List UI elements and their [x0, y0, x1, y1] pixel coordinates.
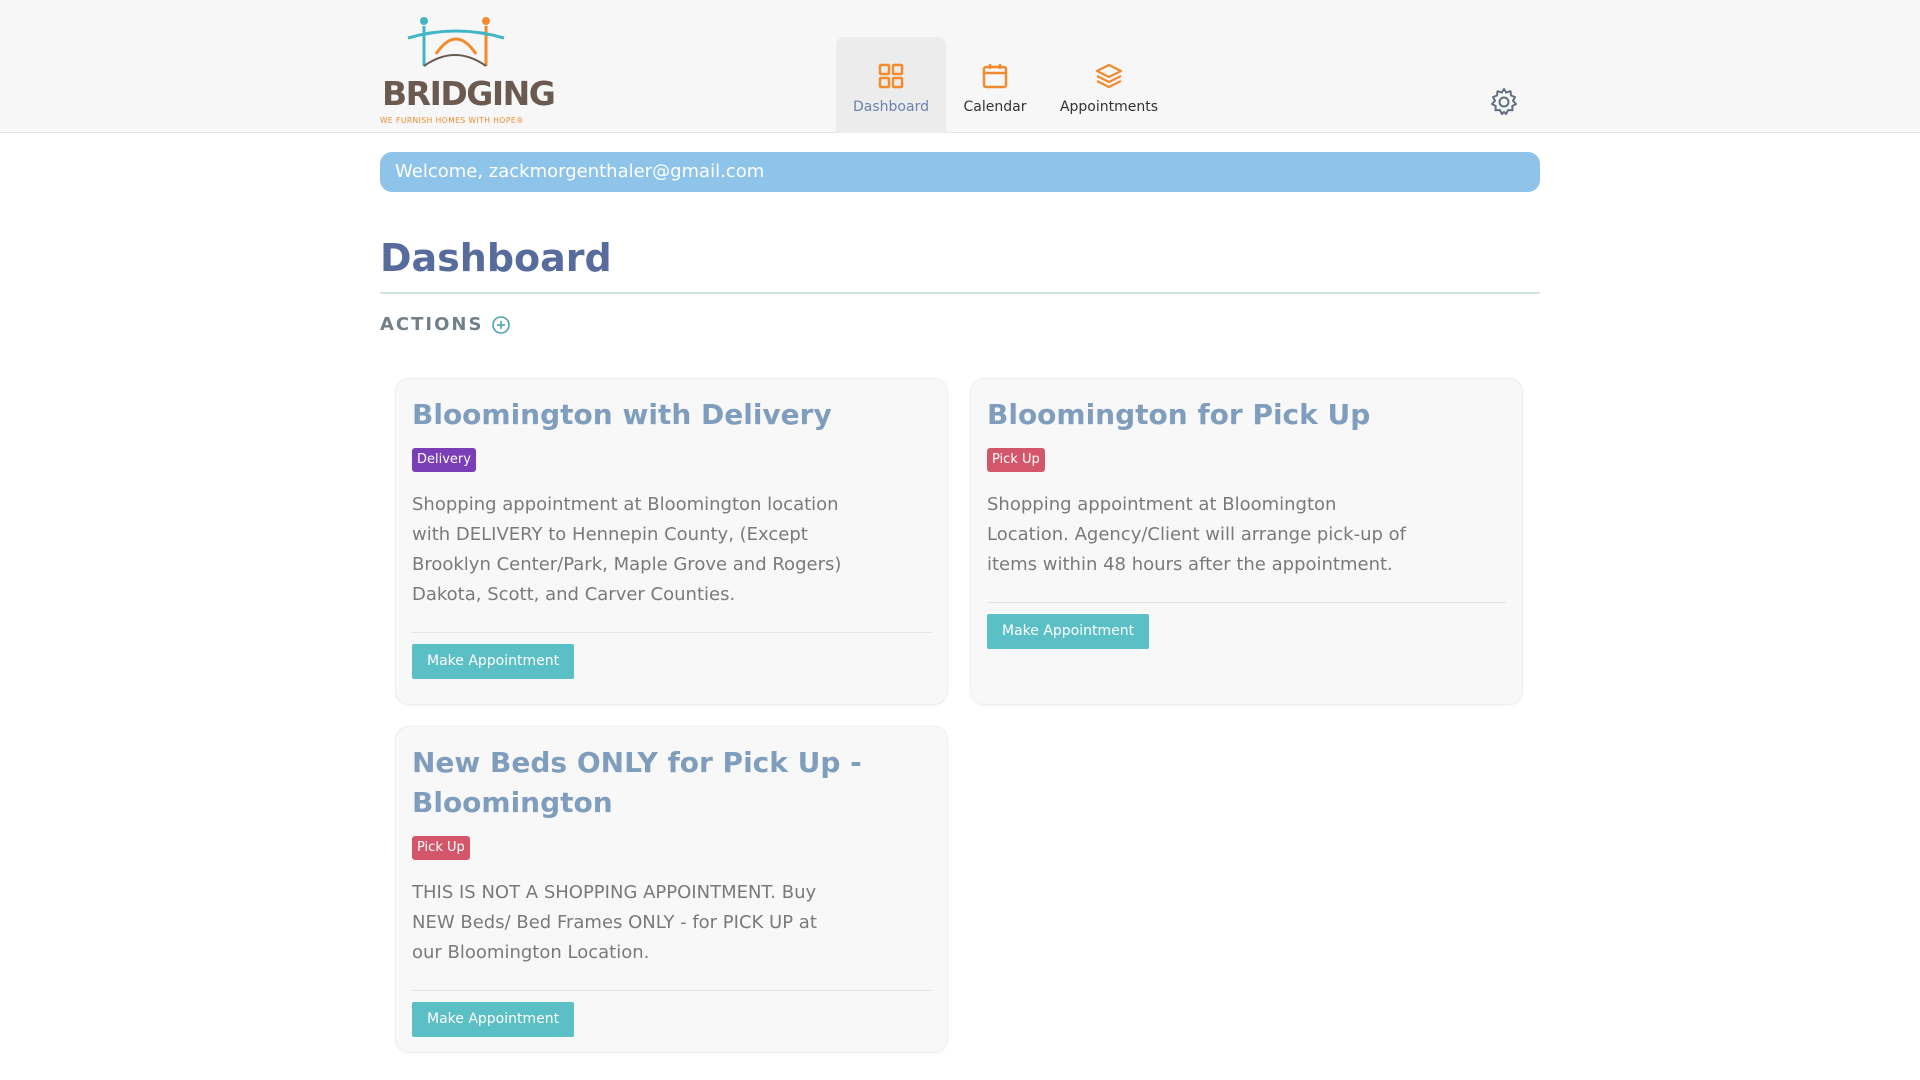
add-circle-icon[interactable] — [491, 315, 511, 335]
card-badge: Pick Up — [987, 448, 1045, 472]
logo-tagline: WE FURNISH HOMES WITH HOPE® — [380, 116, 525, 125]
page-title: Dashboard — [380, 236, 612, 280]
make-appointment-button[interactable]: Make Appointment — [412, 644, 575, 679]
card-description: THIS IS NOT A SHOPPING APPOINTMENT. Buy … — [412, 882, 817, 963]
welcome-banner: Welcome, zackmorgenthaler@gmail.com — [380, 152, 1540, 192]
card-divider — [987, 602, 1506, 603]
make-appointment-button[interactable]: Make Appointment — [987, 614, 1150, 649]
nav-calendar-label: Calendar — [963, 99, 1027, 115]
main-nav: Dashboard Calendar Appointments — [836, 37, 1174, 133]
logo-figures-icon — [407, 17, 505, 67]
nav-appointments-label: Appointments — [1059, 99, 1159, 115]
calendar-icon — [982, 64, 1008, 89]
appointment-card: Bloomington with Delivery Delivery Shopp… — [395, 378, 948, 705]
appointment-card: New Beds ONLY for Pick Up - Bloomington … — [395, 726, 948, 1053]
top-navigation-bar: BRIDGING WE FURNISH HOMES WITH HOPE® Das… — [0, 0, 1920, 133]
card-title: Bloomington with Delivery — [412, 398, 832, 431]
card-divider — [412, 990, 931, 991]
actions-label: ACTIONS — [380, 314, 484, 335]
layers-icon — [1095, 63, 1123, 89]
actions-header: ACTIONS — [380, 314, 511, 335]
card-divider — [412, 632, 931, 633]
card-description: Shopping appointment at Bloomington Loca… — [987, 494, 1407, 575]
card-badge: Pick Up — [412, 836, 470, 860]
nav-appointments[interactable]: Appointments — [1044, 37, 1174, 133]
title-divider — [380, 292, 1540, 294]
appointment-card: Bloomington for Pick Up Pick Up Shopping… — [970, 378, 1523, 705]
dashboard-grid-icon — [878, 63, 904, 89]
card-title: New Beds ONLY for Pick Up - Bloomington — [412, 746, 862, 819]
card-title: Bloomington for Pick Up — [987, 398, 1371, 431]
nav-calendar[interactable]: Calendar — [946, 37, 1044, 133]
logo-wordmark: BRIDGING — [382, 74, 556, 113]
bridging-logo[interactable]: BRIDGING WE FURNISH HOMES WITH HOPE® — [378, 16, 556, 125]
card-description: Shopping appointment at Bloomington loca… — [412, 494, 842, 605]
make-appointment-button[interactable]: Make Appointment — [412, 1002, 575, 1037]
nav-dashboard-label: Dashboard — [853, 99, 929, 115]
card-badge: Delivery — [412, 448, 476, 472]
nav-dashboard[interactable]: Dashboard — [836, 37, 946, 133]
gear-icon[interactable] — [1488, 86, 1520, 118]
